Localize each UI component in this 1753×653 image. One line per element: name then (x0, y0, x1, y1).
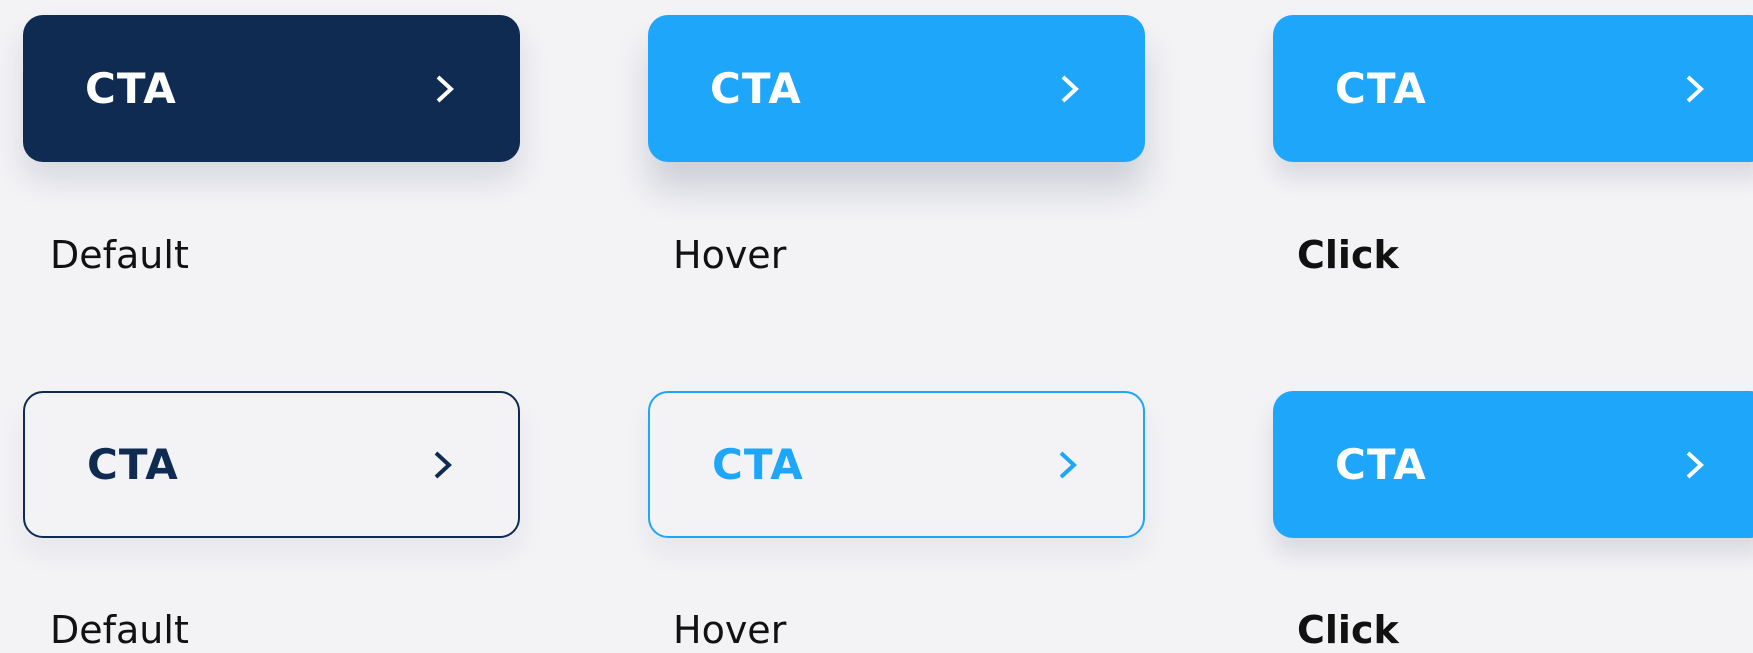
cta-button-label: CTA (710, 64, 802, 113)
cta-button-hover[interactable]: CTA (648, 15, 1145, 162)
state-label-hover: Hover (673, 233, 787, 277)
cta-button-click[interactable]: CTA (1273, 15, 1753, 162)
cta-outline-button-click[interactable]: CTA (1273, 391, 1753, 538)
chevron-right-icon (1057, 74, 1083, 104)
cta-button-label: CTA (1335, 440, 1427, 489)
cta-button-label: CTA (1335, 64, 1427, 113)
chevron-right-icon (1682, 74, 1708, 104)
chevron-right-icon (1682, 450, 1708, 480)
chevron-right-icon (430, 450, 456, 480)
cta-button-label: CTA (87, 440, 179, 489)
state-label-default: Default (50, 233, 189, 277)
state-label-click: Click (1297, 233, 1399, 277)
chevron-right-icon (432, 74, 458, 104)
cta-button-default[interactable]: CTA (23, 15, 520, 162)
state-label-hover: Hover (673, 608, 787, 652)
chevron-right-icon (1055, 450, 1081, 480)
cta-button-label: CTA (712, 440, 804, 489)
cta-outline-button-hover[interactable]: CTA (648, 391, 1145, 538)
cta-outline-button-default[interactable]: CTA (23, 391, 520, 538)
state-label-click: Click (1297, 608, 1399, 652)
cta-button-label: CTA (85, 64, 177, 113)
state-label-default: Default (50, 608, 189, 652)
